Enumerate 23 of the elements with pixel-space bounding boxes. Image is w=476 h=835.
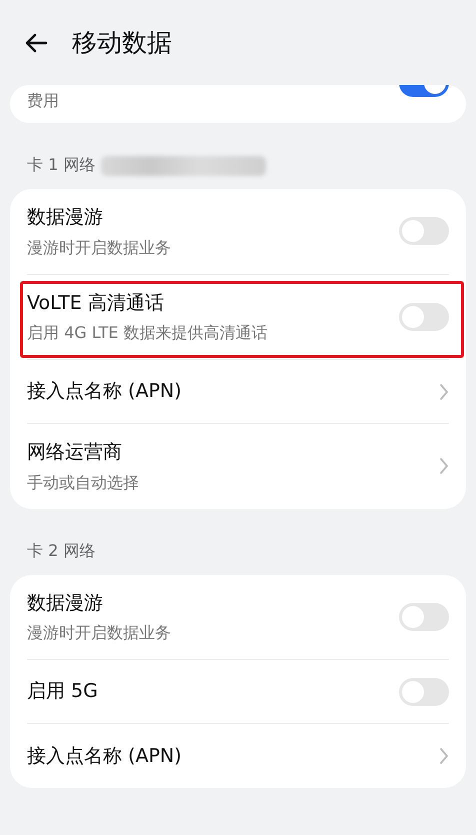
section-header: 卡 1 网络	[27, 155, 96, 174]
page-title: 移动数据	[72, 26, 172, 59]
chevron-right-icon	[439, 747, 449, 765]
setting-title: 数据漫游	[27, 205, 104, 230]
setting-title: 接入点名称 (APN)	[27, 744, 182, 769]
toggle-switch[interactable]	[399, 302, 449, 331]
setting-description: 手动或自动选择	[27, 472, 139, 494]
setting-description: 漫游时开启数据业务	[27, 236, 171, 258]
chevron-right-icon	[439, 457, 449, 476]
setting-title: 数据漫游	[27, 590, 104, 616]
chevron-right-icon	[439, 382, 449, 400]
section-header: 卡 2 网络	[27, 540, 96, 560]
toggle-switch[interactable]	[399, 602, 449, 631]
setting-description: 费用	[27, 90, 59, 112]
toggle-switch[interactable]	[399, 678, 449, 706]
setting-description: 漫游时开启数据业务	[27, 622, 171, 644]
setting-title: VoLTE 高清通话	[27, 290, 165, 316]
back-icon[interactable]	[24, 32, 48, 52]
setting-description: 启用 4G LTE 数据来提供高清通话	[27, 322, 268, 344]
toggle-switch[interactable]	[399, 217, 449, 246]
setting-title: 接入点名称 (APN)	[27, 379, 182, 404]
setting-title: 启用 5G	[27, 679, 98, 704]
setting-title: 网络运营商	[27, 440, 123, 465]
